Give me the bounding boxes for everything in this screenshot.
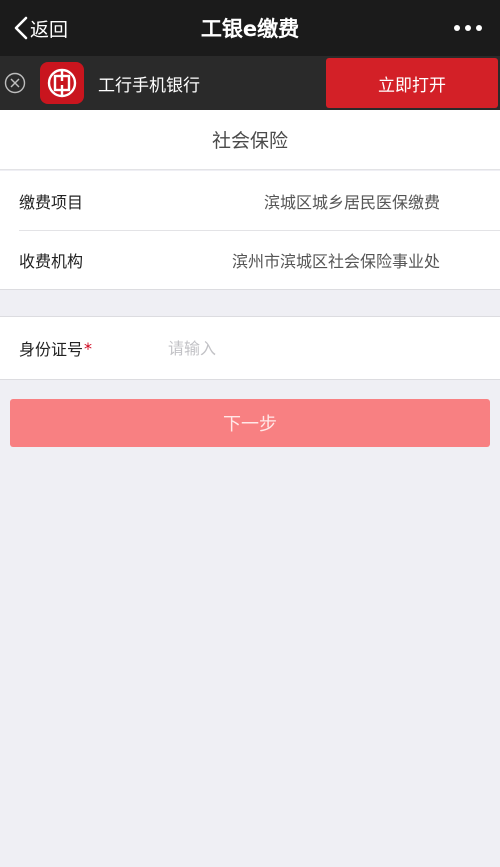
id-number-label-text: 身份证号 [19, 340, 84, 359]
payee-institution-value: 滨州市滨城区社会保险事业处 [231, 251, 440, 271]
id-number-field-group: 身份证号 * [0, 316, 500, 380]
back-button[interactable]: 返回 [14, 0, 68, 56]
chevron-left-icon [14, 16, 28, 40]
id-number-label: 身份证号 * [19, 317, 92, 379]
open-app-button[interactable]: 立即打开 [326, 58, 498, 108]
icbc-logo-icon [40, 62, 84, 104]
payment-item-label: 缴费项目 [19, 192, 84, 212]
payment-item-value: 滨城区城乡居民医保缴费 [263, 192, 440, 212]
payment-info-group: 缴费项目 滨城区城乡居民医保缴费 收费机构 滨州市滨城区社会保险事业处 [0, 171, 500, 290]
payee-institution-label: 收费机构 [19, 251, 84, 271]
payee-institution-row: 收费机构 滨州市滨城区社会保险事业处 [0, 230, 500, 289]
page-title: 工银e缴费 [200, 17, 300, 41]
id-number-input[interactable] [168, 331, 468, 365]
app-name: 工行手机银行 [98, 75, 200, 96]
more-dots-icon[interactable] [450, 0, 486, 56]
payment-item-row: 缴费项目 滨城区城乡居民医保缴费 [0, 171, 500, 230]
next-step-button[interactable]: 下一步 [10, 399, 490, 447]
app-promo-banner: 工行手机银行 立即打开 [0, 56, 500, 110]
top-navigation-bar: 返回 工银e缴费 [0, 0, 500, 56]
section-title: 社会保险 [0, 110, 500, 170]
required-mark: * [84, 338, 93, 358]
back-label: 返回 [30, 18, 69, 41]
close-circle-icon[interactable] [4, 72, 26, 94]
